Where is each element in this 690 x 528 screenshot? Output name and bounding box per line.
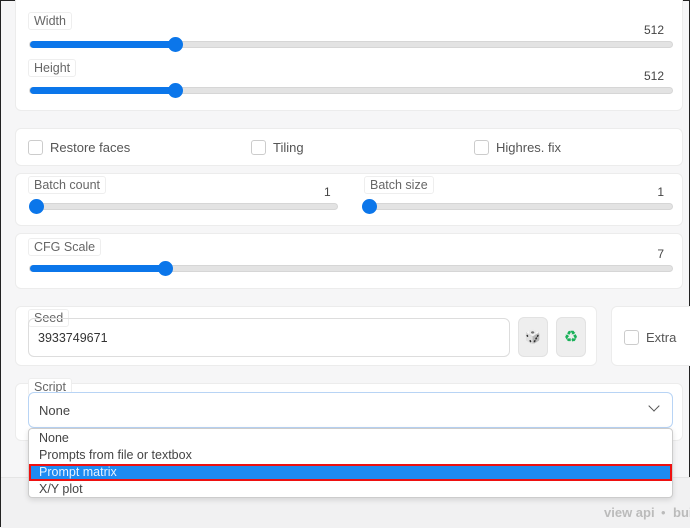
seed-input[interactable]: 3933749671: [28, 318, 510, 357]
height-slider[interactable]: [29, 83, 673, 98]
batch-count-slider-thumb[interactable]: [29, 199, 44, 214]
script-option-none[interactable]: None: [29, 430, 672, 447]
script-dropdown-list: None Prompts from file or textbox Prompt…: [28, 428, 673, 498]
width-label: Width: [28, 12, 72, 30]
footer-separator: •: [661, 505, 666, 520]
tiling-label[interactable]: Tiling: [273, 140, 304, 155]
script-option-prompts-from-file[interactable]: Prompts from file or textbox: [29, 447, 672, 464]
chevron-down-icon: [648, 400, 660, 412]
batch-count-slider[interactable]: [29, 199, 338, 214]
cfg-scale-label: CFG Scale: [28, 238, 102, 256]
dimensions-panel: Width 512 Height 512: [15, 0, 683, 111]
width-slider[interactable]: [29, 37, 673, 52]
dice-icon: 🎲: [524, 329, 542, 344]
extra-panel: Extra: [611, 306, 690, 366]
height-label: Height: [28, 59, 77, 77]
cfg-scale-value[interactable]: 7: [657, 247, 664, 261]
reuse-seed-button[interactable]: ♻: [556, 317, 586, 357]
batch-count-label: Batch count: [28, 176, 107, 194]
recycle-icon: ♻: [563, 329, 579, 346]
cfg-panel: CFG Scale 7: [15, 233, 683, 289]
height-value[interactable]: 512: [644, 69, 664, 83]
tiling-checkbox[interactable]: [251, 140, 266, 155]
view-api-link[interactable]: view api: [604, 505, 655, 520]
script-option-prompt-matrix[interactable]: Prompt matrix: [29, 464, 672, 481]
cfg-scale-slider-thumb[interactable]: [157, 261, 173, 276]
batch-size-label: Batch size: [364, 176, 434, 194]
batch-size-slider-thumb[interactable]: [362, 199, 377, 214]
cfg-scale-slider[interactable]: [29, 261, 673, 276]
highres-fix-checkbox[interactable]: [474, 140, 489, 155]
width-slider-thumb[interactable]: [168, 37, 184, 52]
width-value[interactable]: 512: [644, 23, 664, 37]
script-option-xy-plot[interactable]: X/Y plot: [29, 481, 672, 498]
extra-label[interactable]: Extra: [646, 330, 676, 345]
restore-faces-label[interactable]: Restore faces: [50, 140, 130, 155]
options-panel: Restore faces Tiling Highres. fix: [15, 128, 683, 166]
seed-panel: Seed 3933749671 🎲 ♻: [15, 306, 597, 366]
highres-fix-label[interactable]: Highres. fix: [496, 140, 561, 155]
random-seed-button[interactable]: 🎲: [518, 317, 548, 357]
extra-checkbox[interactable]: [624, 330, 639, 345]
batch-panel: Batch count 1 Batch size 1: [15, 173, 683, 226]
script-selected-value: None: [39, 403, 71, 418]
batch-size-value[interactable]: 1: [657, 185, 664, 199]
script-select[interactable]: None: [28, 392, 673, 428]
batch-count-value[interactable]: 1: [324, 185, 331, 199]
batch-size-slider[interactable]: [362, 199, 673, 214]
restore-faces-checkbox[interactable]: [28, 140, 43, 155]
built-with-link[interactable]: bui: [673, 505, 690, 520]
height-slider-thumb[interactable]: [168, 83, 184, 98]
